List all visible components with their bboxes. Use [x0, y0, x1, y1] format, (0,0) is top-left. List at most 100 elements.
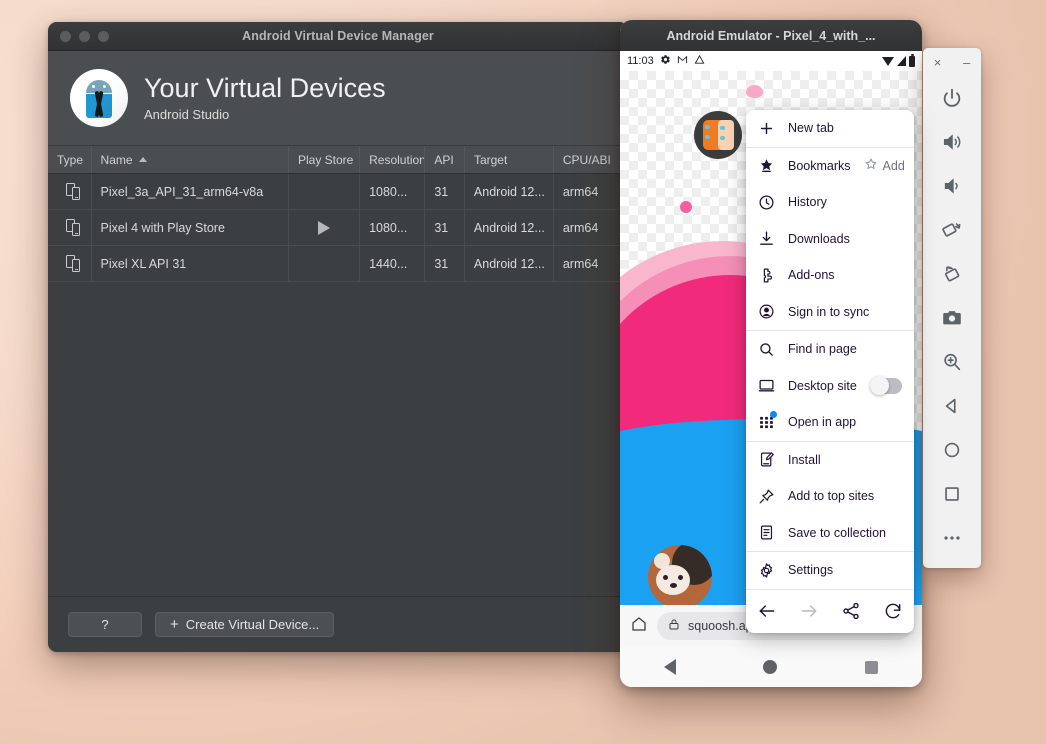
forward-arrow-icon	[798, 600, 820, 622]
emulator-side-toolbar[interactable]: × –	[923, 48, 981, 568]
menu-item-bookmarks[interactable]: Bookmarks Add	[746, 148, 914, 185]
page-subtitle: Android Studio	[144, 107, 386, 122]
column-header-resolution[interactable]: Resolution	[360, 146, 425, 173]
android-studio-icon	[70, 69, 128, 127]
avatar	[694, 111, 742, 159]
cpu-abi-cell: arm64	[554, 210, 628, 245]
column-header-cpu-abi[interactable]: CPU/ABI	[554, 146, 628, 173]
api-cell: 31	[425, 210, 465, 245]
menu-item-find-in-page[interactable]: Find in page	[746, 331, 914, 368]
bookmark-star-icon	[757, 157, 775, 175]
menu-item-new-tab[interactable]: New tab	[746, 110, 914, 147]
url-text: squoosh.ap	[688, 619, 753, 633]
menu-item-add-to-top-sites[interactable]: Add to top sites	[746, 478, 914, 515]
avd-device-table: Type Name Play Store Resolution API Targ…	[48, 146, 628, 542]
menu-item-save-to-collection[interactable]: Save to collection	[746, 515, 914, 552]
close-button[interactable]	[60, 31, 71, 42]
device-name-cell: Pixel XL API 31	[92, 246, 289, 281]
menu-item-desktop-site[interactable]: Desktop site	[746, 368, 914, 405]
minimize-icon[interactable]: –	[963, 55, 970, 70]
desktop-site-toggle[interactable]	[870, 378, 902, 394]
rotate-left-icon[interactable]	[930, 208, 974, 252]
table-row[interactable]: Pixel XL API 31 1440... 31 Android 12...…	[48, 246, 628, 282]
screenshot-icon[interactable]	[930, 296, 974, 340]
column-header-type[interactable]: Type	[48, 146, 92, 173]
home-icon[interactable]	[763, 660, 777, 674]
reload-icon[interactable]	[882, 600, 904, 622]
install-icon	[757, 451, 775, 469]
menu-label: Add to top sites	[788, 489, 914, 503]
menu-label: History	[788, 195, 914, 209]
home-icon[interactable]	[930, 428, 974, 472]
bookmarks-add-action[interactable]: Add	[864, 157, 905, 174]
play-store-cell	[289, 174, 360, 209]
menu-item-history[interactable]: History	[746, 184, 914, 221]
plus-icon	[757, 119, 775, 137]
search-icon	[757, 340, 775, 358]
cpu-abi-cell: arm64	[554, 174, 628, 209]
menu-item-downloads[interactable]: Downloads	[746, 221, 914, 258]
back-icon[interactable]	[930, 384, 974, 428]
avd-manager-window: Android Virtual Device Manager Your Virt…	[48, 22, 628, 652]
volume-up-icon[interactable]	[930, 120, 974, 164]
sort-ascending-icon	[139, 157, 147, 162]
table-empty-area	[48, 282, 628, 542]
battery-icon	[909, 56, 915, 67]
close-icon[interactable]: ×	[934, 55, 942, 70]
column-header-name[interactable]: Name	[92, 146, 289, 173]
maximize-button[interactable]	[98, 31, 109, 42]
column-header-name-label: Name	[101, 153, 133, 167]
overview-icon[interactable]	[930, 472, 974, 516]
menu-item-settings[interactable]: Settings	[746, 552, 914, 589]
back-arrow-icon[interactable]	[756, 600, 778, 622]
column-header-play-store[interactable]: Play Store	[289, 146, 360, 173]
warning-icon	[694, 54, 705, 68]
column-header-target[interactable]: Target	[465, 146, 554, 173]
menu-label: Install	[788, 453, 914, 467]
avd-window-title: Android Virtual Device Manager	[48, 29, 628, 43]
minimize-button[interactable]	[79, 31, 90, 42]
emulator-toolbar-window-controls[interactable]: × –	[923, 48, 981, 76]
home-icon[interactable]	[630, 615, 648, 638]
menu-label: Find in page	[788, 342, 914, 356]
cpu-abi-cell: arm64	[554, 246, 628, 281]
menu-label: Bookmarks	[788, 159, 851, 173]
emulator-window-title: Android Emulator - Pixel_4_with_...	[666, 29, 875, 43]
menu-item-addons[interactable]: Add-ons	[746, 257, 914, 294]
account-circle-icon	[757, 303, 775, 321]
menu-item-sign-in-to-sync[interactable]: Sign in to sync	[746, 294, 914, 331]
more-icon[interactable]	[930, 516, 974, 560]
back-icon[interactable]	[664, 659, 676, 675]
target-cell: Android 12...	[465, 246, 554, 281]
zoom-icon[interactable]	[930, 340, 974, 384]
avd-header: Your Virtual Devices Android Studio	[48, 51, 628, 146]
lock-icon	[668, 618, 680, 634]
column-header-api[interactable]: API	[425, 146, 465, 173]
avd-titlebar: Android Virtual Device Manager	[48, 22, 628, 51]
table-row[interactable]: Pixel_3a_API_31_arm64-v8a 1080... 31 And…	[48, 174, 628, 210]
avd-footer: ? + Create Virtual Device...	[48, 596, 628, 652]
status-bar-clock: 11:03	[627, 55, 654, 67]
table-header-row: Type Name Play Store Resolution API Targ…	[48, 146, 628, 174]
recents-icon[interactable]	[865, 661, 878, 674]
create-virtual-device-button[interactable]: + Create Virtual Device...	[155, 612, 334, 637]
power-icon[interactable]	[930, 76, 974, 120]
share-icon[interactable]	[840, 600, 862, 622]
menu-item-install[interactable]: Install	[746, 442, 914, 479]
firefox-overflow-menu[interactable]: New tab Bookmarks Add History Downloads …	[746, 110, 914, 633]
menu-label: Add-ons	[788, 268, 914, 282]
android-nav-bar[interactable]	[620, 647, 922, 687]
rotate-right-icon[interactable]	[930, 252, 974, 296]
menu-bottom-toolbar[interactable]	[746, 589, 914, 633]
menu-item-open-in-app[interactable]: Open in app	[746, 404, 914, 441]
decorative-dot-b	[746, 85, 763, 98]
window-controls[interactable]	[60, 31, 109, 42]
help-button[interactable]: ?	[68, 612, 142, 637]
wifi-icon	[882, 57, 894, 66]
history-clock-icon	[757, 193, 775, 211]
volume-down-icon[interactable]	[930, 164, 974, 208]
device-type-cell	[48, 174, 92, 209]
table-row[interactable]: Pixel 4 with Play Store 1080... 31 Andro…	[48, 210, 628, 246]
android-status-bar: 11:03	[620, 51, 922, 71]
device-type-cell	[48, 210, 92, 245]
